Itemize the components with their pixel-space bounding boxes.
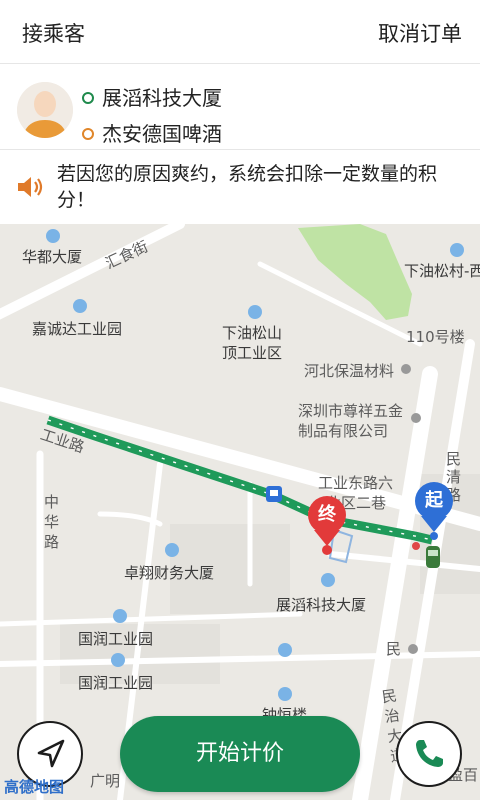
top-bar: 接乘客 取消订单 — [0, 0, 480, 64]
cancel-order-button[interactable]: 取消订单 — [378, 18, 462, 48]
map-label-guorun-2: 国润工业园 — [78, 674, 154, 692]
call-passenger-button[interactable] — [396, 721, 462, 787]
pickup-address: 展滔科技大厦 — [82, 82, 222, 111]
start-pin-tail — [421, 516, 447, 540]
pickup-dot-icon — [82, 91, 94, 104]
notice-text: 若因您的原因爽约，系统会扣除一定数量的积分！ — [57, 163, 438, 211]
map-label-zunxiang-2: 制品有限公司 — [298, 422, 389, 440]
map-label-zhantao: 展滔科技大厦 — [276, 596, 367, 614]
speaker-icon — [16, 174, 44, 204]
trip-info-card: 展滔科技大厦 杰安德国啤酒 — [0, 64, 480, 150]
pickup-text: 展滔科技大厦 — [102, 86, 222, 110]
map-label-zhuoxiang: 卓翔财务大厦 — [124, 564, 215, 582]
map-label-xiayou-shan-2: 顶工业区 — [222, 344, 283, 362]
map-canvas — [0, 224, 480, 800]
end-pin-tail — [314, 530, 340, 555]
map-view[interactable]: 华都大厦 汇食街 下油松村-西 嘉诚达工业园 下油松山 顶工业区 110号楼 河… — [0, 224, 480, 800]
map-label-zunxiang-1: 深圳市尊祥五金 — [298, 402, 404, 420]
phone-icon — [416, 740, 443, 767]
map-label-xiayou-cun: 下油松村-西 — [404, 262, 480, 280]
notice-banner: 若因您的原因爽约，系统会扣除一定数量的积分！ — [0, 150, 480, 224]
map-label-xiayou-shan-1: 下油松山 — [222, 324, 283, 342]
passenger-avatar — [17, 82, 73, 138]
dropoff-text: 杰安德国啤酒 — [102, 122, 222, 146]
start-pin-icon: 起 — [415, 482, 453, 520]
map-label-110: 110号楼 — [406, 328, 465, 346]
map-provider-logo: 高德地图 — [4, 778, 65, 796]
map-label-huadu: 华都大厦 — [22, 248, 83, 266]
dropoff-dot-icon — [82, 127, 94, 140]
map-label-guorun-1: 国润工业园 — [78, 630, 154, 648]
map-label-min: 民 — [386, 640, 402, 658]
start-metering-button[interactable]: 开始计价 — [120, 716, 360, 792]
dropoff-address: 杰安德国啤酒 — [82, 118, 222, 147]
map-label-zhonghua: 中华路 — [44, 493, 60, 551]
page-title: 接乘客 — [22, 22, 85, 46]
map-label-jiacheng: 嘉诚达工业园 — [32, 320, 123, 338]
end-pin-icon: 终 — [308, 496, 346, 534]
map-label-gyd-1: 工业东路六 — [318, 474, 394, 492]
map-label-hebei: 河北保温材料 — [304, 362, 395, 380]
map-label-guangming: 广明 — [90, 772, 121, 790]
